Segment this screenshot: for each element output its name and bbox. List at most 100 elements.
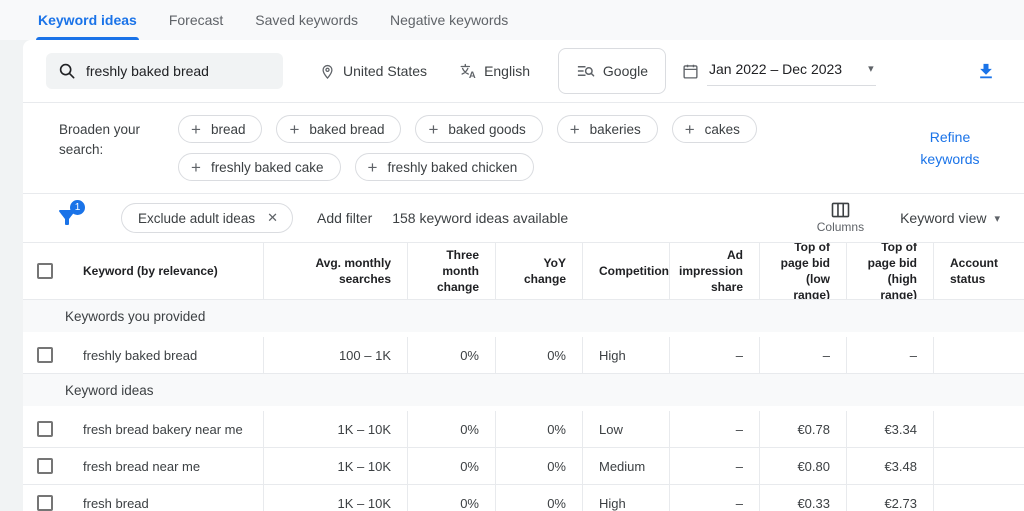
row-checkbox[interactable] xyxy=(37,458,53,474)
column-header-keyword[interactable]: Keyword (by relevance) xyxy=(67,243,263,299)
location-label: United States xyxy=(343,63,427,79)
filter-button[interactable]: 1 xyxy=(55,205,81,231)
select-all-cell xyxy=(23,243,67,299)
broaden-search-label: Broaden your search: xyxy=(59,115,164,181)
cell-top-of-page-bid-low: – xyxy=(759,337,846,373)
plus-icon: + xyxy=(191,121,201,138)
remove-filter-icon[interactable]: ✕ xyxy=(267,210,278,226)
column-header-three-month-change[interactable]: Three month change xyxy=(407,243,495,299)
chip-label: cakes xyxy=(705,122,740,137)
svg-text:A: A xyxy=(469,70,476,80)
cell-competition: Medium xyxy=(582,448,669,484)
table-row: fresh bread bakery near me1K – 10K0%0%Lo… xyxy=(23,411,1024,448)
cell-yoy-change: 0% xyxy=(495,337,582,373)
network-label: Google xyxy=(603,63,648,79)
row-checkbox[interactable] xyxy=(37,495,53,511)
translate-icon: A xyxy=(459,62,477,80)
cell-top-of-page-bid-high: – xyxy=(846,337,933,373)
chip-label: baked goods xyxy=(448,122,525,137)
chip-label: freshly baked chicken xyxy=(387,160,517,175)
column-header-competition[interactable]: Competition xyxy=(582,243,669,299)
cell-yoy-change: 0% xyxy=(495,411,582,447)
tab-keyword-ideas[interactable]: Keyword ideas xyxy=(36,0,139,40)
cell-competition: High xyxy=(582,337,669,373)
row-checkbox[interactable] xyxy=(37,347,53,363)
cell-account-status xyxy=(933,448,1024,484)
cell-keyword: fresh bread bakery near me xyxy=(67,411,263,447)
cell-account-status xyxy=(933,411,1024,447)
language-selector[interactable]: A English xyxy=(459,62,530,80)
column-header-ad-impression-share[interactable]: Ad impression share xyxy=(669,243,759,299)
cell-yoy-change: 0% xyxy=(495,448,582,484)
plus-icon: + xyxy=(428,121,438,138)
table-row: fresh bread1K – 10K0%0%High–€0.33€2.73 xyxy=(23,485,1024,511)
cell-avg-monthly-searches: 1K – 10K xyxy=(263,448,407,484)
row-checkbox-cell xyxy=(23,485,67,511)
cell-top-of-page-bid-low: €0.80 xyxy=(759,448,846,484)
refine-keywords-link[interactable]: Refine keywords xyxy=(904,126,996,171)
add-keyword-chip[interactable]: + bread xyxy=(178,115,262,143)
cell-ad-impression-share: – xyxy=(669,411,759,447)
cell-ad-impression-share: – xyxy=(669,448,759,484)
cell-competition: Low xyxy=(582,411,669,447)
cell-keyword: fresh bread near me xyxy=(67,448,263,484)
plus-icon: + xyxy=(570,121,580,138)
column-header-avg-monthly-searches[interactable]: Avg. monthly searches xyxy=(263,243,407,299)
add-keyword-chip[interactable]: + baked goods xyxy=(415,115,542,143)
chip-label: bakeries xyxy=(590,122,641,137)
columns-button[interactable]: Columns xyxy=(817,202,864,234)
cell-keyword: fresh bread xyxy=(67,485,263,511)
search-network-icon xyxy=(576,62,595,81)
download-icon xyxy=(976,61,996,81)
row-checkbox-cell xyxy=(23,448,67,484)
add-keyword-chip[interactable]: +freshly baked cake xyxy=(178,153,341,181)
suggested-keyword-chips: +bread+baked bread+baked goods+bakeries+… xyxy=(178,115,898,181)
add-filter-button[interactable]: Add filter xyxy=(317,210,372,226)
cell-competition: High xyxy=(582,485,669,511)
results-count-text: 158 keyword ideas available xyxy=(392,210,568,226)
active-filter-chip[interactable]: Exclude adult ideas ✕ xyxy=(121,203,293,233)
cell-avg-monthly-searches: 1K – 10K xyxy=(263,485,407,511)
network-selector[interactable]: Google xyxy=(558,48,666,94)
cell-three-month-change: 0% xyxy=(407,485,495,511)
cell-three-month-change: 0% xyxy=(407,411,495,447)
cell-yoy-change: 0% xyxy=(495,485,582,511)
column-header-top-of-page-bid-high[interactable]: Top of page bid (high range) xyxy=(846,243,933,299)
table-body: Keywords you providedfreshly baked bread… xyxy=(23,300,1024,511)
add-keyword-chip[interactable]: + bakeries xyxy=(557,115,658,143)
tab-forecast[interactable]: Forecast xyxy=(167,0,225,40)
plus-icon: + xyxy=(289,121,299,138)
column-header-account-status[interactable]: Account status xyxy=(933,243,1024,299)
select-all-checkbox[interactable] xyxy=(37,263,53,279)
table-row: fresh bread near me1K – 10K0%0%Medium–€0… xyxy=(23,448,1024,485)
column-header-yoy-change[interactable]: YoY change xyxy=(495,243,582,299)
row-checkbox[interactable] xyxy=(37,421,53,437)
chip-label: bread xyxy=(211,122,246,137)
chevron-down-icon: ▾ xyxy=(868,62,874,75)
location-selector[interactable]: United States xyxy=(319,63,427,80)
keyword-planner-screen: Keyword ideas Forecast Saved keywords Ne… xyxy=(0,0,1024,40)
download-button[interactable] xyxy=(976,61,996,81)
add-keyword-chip[interactable]: + cakes xyxy=(672,115,757,143)
keyword-search-box[interactable] xyxy=(46,53,283,89)
add-keyword-chip[interactable]: + freshly baked chicken xyxy=(355,153,535,181)
plus-icon: + xyxy=(685,121,695,138)
add-keyword-chip[interactable]: + baked bread xyxy=(276,115,401,143)
chip-label: baked bread xyxy=(309,122,384,137)
broaden-search-section: Broaden your search: +bread+baked bread+… xyxy=(23,103,1024,194)
search-toolbar: United States A English Google Jan xyxy=(23,40,1024,103)
date-range-selector[interactable]: Jan 2022 – Dec 2023 ▾ xyxy=(682,57,876,86)
columns-icon xyxy=(831,202,850,218)
cell-three-month-change: 0% xyxy=(407,337,495,373)
chevron-down-icon: ▾ xyxy=(994,212,1000,225)
search-input[interactable] xyxy=(86,63,271,79)
plus-icon: + xyxy=(191,159,201,176)
column-header-top-of-page-bid-low[interactable]: Top of page bid (low range) xyxy=(759,243,846,299)
cell-three-month-change: 0% xyxy=(407,448,495,484)
cell-account-status xyxy=(933,337,1024,373)
filter-count-badge: 1 xyxy=(70,200,85,215)
tab-negative-keywords[interactable]: Negative keywords xyxy=(388,0,510,40)
plus-icon: + xyxy=(368,159,378,176)
tab-saved-keywords[interactable]: Saved keywords xyxy=(253,0,360,40)
view-selector[interactable]: Keyword view ▾ xyxy=(900,210,1000,226)
